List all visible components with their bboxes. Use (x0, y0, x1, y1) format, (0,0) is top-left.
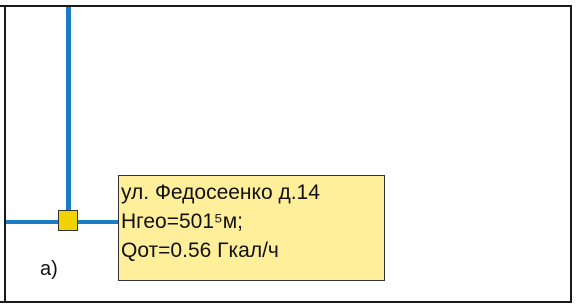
pipe-vertical[interactable] (66, 7, 71, 218)
frame-left-border (4, 5, 6, 303)
schematic-canvas: ул. Федосеенко д.14 Hгео=501⁵м; Qот=0.56… (0, 0, 583, 308)
heat-load-label: Qот=0.56 Гкал/ч (121, 239, 279, 262)
geodetic-height-label: Hгео=501⁵м; (121, 210, 244, 233)
node-label-box[interactable]: ул. Федосеенко д.14 Hгео=501⁵м; Qот=0.56… (118, 175, 385, 281)
address-label: ул. Федосеенко д.14 (121, 181, 320, 204)
frame-right-border (570, 5, 572, 303)
building-node[interactable] (58, 210, 78, 231)
frame-bottom-border (0, 301, 572, 303)
figure-mark: а) (40, 258, 58, 280)
frame-top-border (0, 5, 572, 7)
